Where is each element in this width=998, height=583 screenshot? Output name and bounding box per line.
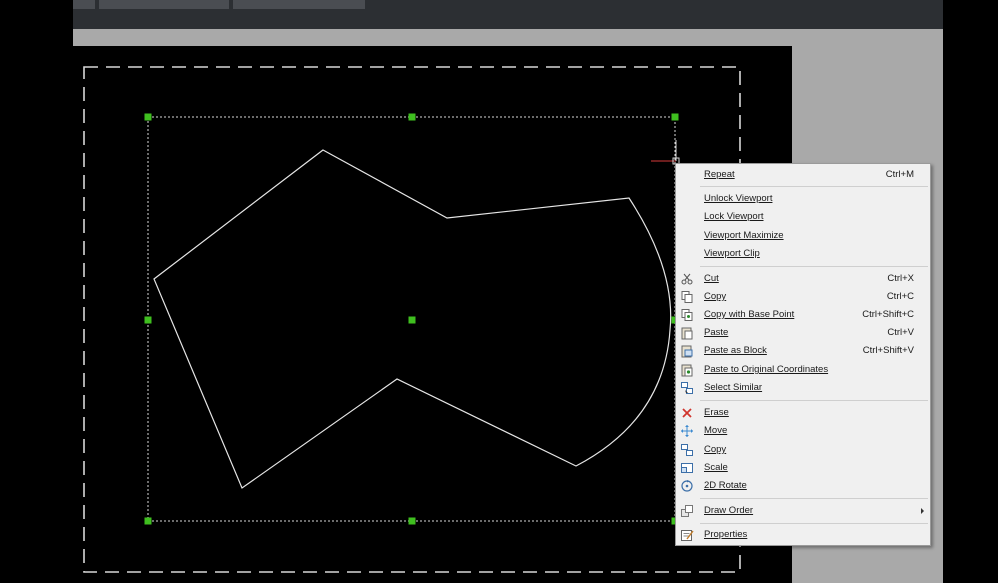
menu-item-label: Move <box>704 425 728 436</box>
menu-item-label: Paste <box>704 327 729 338</box>
grip-group[interactable] <box>144 113 679 525</box>
grip-handle <box>408 517 416 525</box>
menu-item-shortcut: Ctrl+Shift+C <box>862 309 914 320</box>
menu-item-shortcut: Ctrl+V <box>887 327 914 338</box>
menu-item-label: Copy with Base Point <box>704 309 795 320</box>
menu-item-label: Properties <box>704 529 748 540</box>
menu-item-unlock-viewport[interactable]: Unlock Viewport <box>676 190 930 208</box>
menu-item-label: Copy <box>704 444 727 455</box>
menu-item-label: Lock Viewport <box>704 211 764 222</box>
menu-item-erase[interactable]: Erase <box>676 404 930 422</box>
scissors-icon <box>681 273 693 285</box>
grip-handle <box>671 113 679 121</box>
menu-item-label: Viewport Maximize <box>704 230 784 241</box>
menu-separator <box>700 498 928 499</box>
properties-icon <box>681 530 694 541</box>
menu-separator <box>700 266 928 267</box>
menu-item-label: 2D Rotate <box>704 480 747 491</box>
menu-item-shortcut: Ctrl+C <box>886 291 914 302</box>
menu-item-draw-order[interactable]: Draw Order <box>676 502 930 520</box>
paste-original-icon <box>681 364 693 377</box>
menu-item-2d-rotate[interactable]: 2D Rotate <box>676 477 930 495</box>
paste-block-icon <box>681 345 693 358</box>
menu-item-viewport-clip[interactable]: Viewport Clip <box>676 245 930 263</box>
menu-item-shortcut: Ctrl+Shift+V <box>862 345 914 356</box>
menu-item-copy-objects[interactable]: Copy <box>676 441 930 459</box>
move-icon <box>681 425 693 437</box>
scale-icon <box>681 463 693 473</box>
menu-separator <box>700 186 928 187</box>
menu-item-label: Cut <box>704 273 719 284</box>
menu-item-move[interactable]: Move <box>676 422 930 440</box>
grip-handle <box>408 113 416 121</box>
menu-item-paste[interactable]: Paste Ctrl+V <box>676 324 930 342</box>
menu-separator <box>700 523 928 524</box>
menu-separator <box>700 400 928 401</box>
menu-item-lock-viewport[interactable]: Lock Viewport <box>676 208 930 226</box>
menu-item-label: Repeat <box>704 169 735 180</box>
menu-item-viewport-maximize[interactable]: Viewport Maximize <box>676 227 930 245</box>
menu-item-label: Viewport Clip <box>704 248 760 259</box>
menu-item-cut[interactable]: Cut Ctrl+X <box>676 270 930 288</box>
menu-item-label: Paste to Original Coordinates <box>704 364 829 375</box>
menu-item-copy[interactable]: Copy Ctrl+C <box>676 288 930 306</box>
context-menu: Repeat Ctrl+M Unlock Viewport Lock Viewp… <box>675 163 931 546</box>
menu-item-label: Scale <box>704 462 728 473</box>
menu-item-scale[interactable]: Scale <box>676 459 930 477</box>
grip-handle <box>144 113 152 121</box>
rotate-icon <box>681 480 693 492</box>
grip-handle <box>144 316 152 324</box>
grip-handle <box>144 517 152 525</box>
menu-item-shortcut: Ctrl+X <box>887 273 914 284</box>
copy-base-point-icon <box>681 309 693 321</box>
copy-objects-icon <box>681 444 693 456</box>
menu-item-label: Select Similar <box>704 382 763 393</box>
draw-order-icon <box>681 505 693 517</box>
paste-icon <box>681 327 693 340</box>
menu-item-repeat[interactable]: Repeat Ctrl+M <box>676 166 930 184</box>
menu-item-label: Erase <box>704 407 729 418</box>
menu-item-label: Unlock Viewport <box>704 193 773 204</box>
menu-item-label: Draw Order <box>704 505 754 516</box>
menu-item-paste-original[interactable]: Paste to Original Coordinates <box>676 361 930 379</box>
select-similar-icon <box>681 382 693 394</box>
menu-item-properties[interactable]: Properties <box>676 526 930 544</box>
menu-item-shortcut: Ctrl+M <box>885 169 914 180</box>
menu-item-label: Paste as Block <box>704 345 767 356</box>
submenu-arrow-icon <box>921 508 924 514</box>
menu-item-select-similar[interactable]: Select Similar <box>676 379 930 397</box>
menu-item-label: Copy <box>704 291 727 302</box>
erase-icon <box>682 408 692 418</box>
grip-handle <box>408 316 416 324</box>
menu-item-paste-as-block[interactable]: Paste as Block Ctrl+Shift+V <box>676 342 930 360</box>
copy-icon <box>681 291 693 303</box>
menu-item-copy-with-base-point[interactable]: Copy with Base Point Ctrl+Shift+C <box>676 306 930 324</box>
